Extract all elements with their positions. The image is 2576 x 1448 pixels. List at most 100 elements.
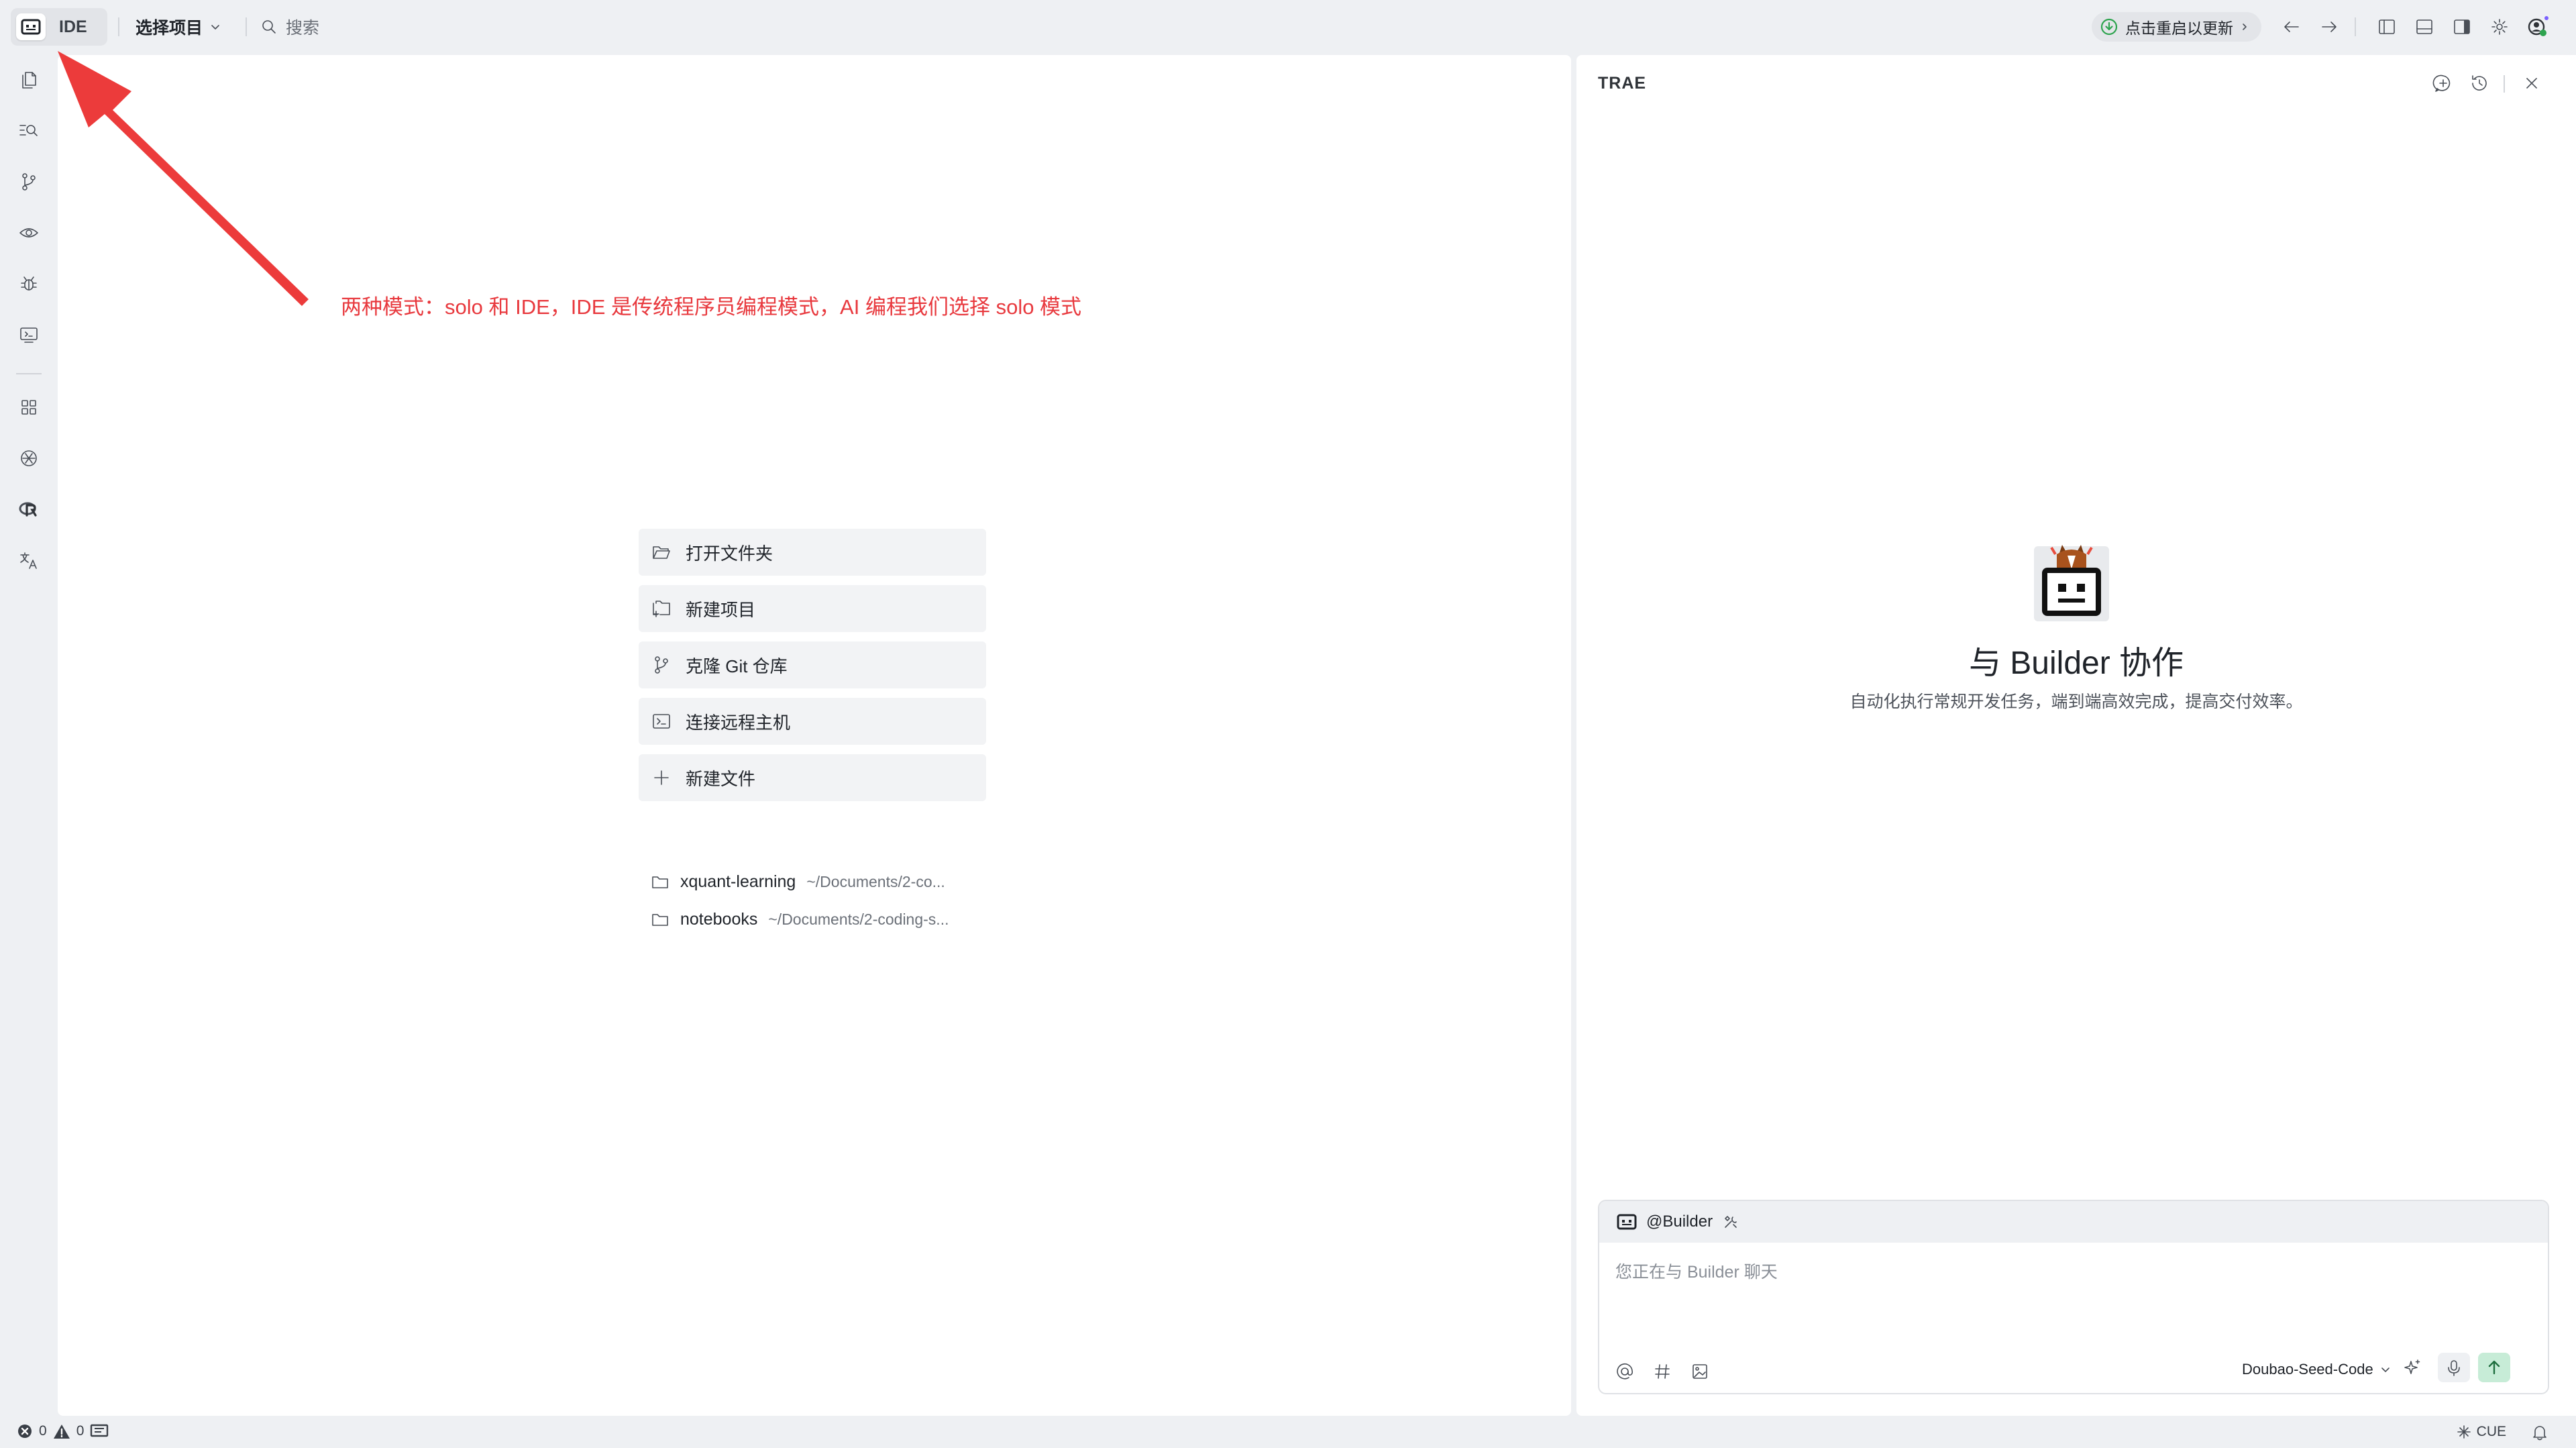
annotation-note: 两种模式：solo 和 IDE，IDE 是传统程序员编程模式，AI 编程我们选择… [341,295,1082,319]
start-action-label: 打开文件夹 [686,543,773,564]
mention-button[interactable] [1614,1361,1635,1382]
back-button[interactable] [2279,15,2304,39]
folder-icon [652,914,668,926]
start-action-label: 克隆 Git 仓库 [686,656,788,676]
sidebar-left-icon [2379,19,2395,34]
error-icon [18,1425,32,1438]
chat-toolbar [1614,1361,1711,1382]
divider [2504,75,2505,93]
toggle-panel-button[interactable] [2412,15,2436,39]
send-button[interactable] [2478,1353,2510,1382]
image-icon [1693,1364,1707,1379]
remote-screen-icon [20,327,38,343]
close-icon [2526,78,2537,89]
update-label: 点击重启以更新 [2125,19,2233,37]
close-panel-button[interactable] [2518,70,2545,97]
error-count: 0 [39,1423,47,1439]
new-chat-button[interactable] [2430,70,2457,97]
activity-ai[interactable] [15,444,43,472]
toggle-aux-bar-button[interactable] [2450,15,2474,39]
chat-history-button[interactable] [2466,70,2493,97]
account-button[interactable] [2525,15,2549,39]
new-project-button[interactable]: 新建项目 [639,585,986,632]
chevron-right-icon [2243,23,2247,30]
connect-remote-button[interactable]: 连接远程主机 [639,698,986,745]
model-select[interactable]: Doubao-Seed-Code [2242,1361,2391,1378]
panel-bottom-icon [2416,19,2432,34]
chat-panel-title: TRAE [1598,74,1647,93]
sidebar-right-icon [2454,19,2470,34]
recent-project-item[interactable]: xquant-learning ~/Documents/2-co... [651,863,1000,900]
download-icon [2100,18,2118,36]
voice-input-button[interactable] [2438,1353,2470,1382]
r-logo-icon [19,502,37,517]
builder-mascot-icon [2034,545,2109,621]
hashtag-button[interactable] [1652,1361,1673,1382]
new-project-icon [653,601,670,617]
annotation-arrow [58,51,309,306]
divider [2355,17,2356,36]
terminal-ports-icon [91,1424,109,1437]
clone-git-button[interactable]: 克隆 Git 仓库 [639,641,986,688]
warning-icon [53,1425,70,1439]
at-sign-icon [1617,1363,1633,1380]
recent-projects: xquant-learning ~/Documents/2-co... note… [651,863,1000,938]
chat-message-input[interactable]: 您正在与 Builder 聊天 [1615,1259,1778,1283]
extensions-grid-icon [21,400,36,415]
gear-icon [2491,19,2508,35]
toggle-sidebar-button[interactable] [2375,15,2399,39]
chat-input-box: @Builder 您正在与 Builder 聊天 Doubao-Seed-Cod… [1598,1200,2549,1394]
arrow-up-icon [2488,1360,2500,1375]
status-right: CUE [2455,1423,2549,1441]
start-action-label: 新建文件 [686,768,756,789]
chat-panel: TRAE 与 Builder 协作 自动化执行常规开发任务，端到端高效完成，提高… [1576,55,2576,1416]
restart-update-button[interactable]: 点击重启以更新 [2092,12,2261,42]
warning-count: 0 [76,1423,85,1439]
status-bar: 0 0 CUE [0,1418,2576,1448]
activity-r-plugin[interactable] [15,495,43,523]
enhance-prompt-button[interactable] [2399,1354,2426,1381]
cue-icon [2457,1425,2471,1439]
user-avatar-icon [2528,16,2548,36]
remote-terminal-icon [653,714,670,729]
git-branch-icon [655,656,668,674]
builder-subheading: 自动化执行常规开发任务，端到端高效完成，提高交付效率。 [1849,692,2303,711]
agent-label: @Builder [1646,1212,1713,1231]
builder-heading: 与 Builder 协作 [1968,645,2184,681]
recent-project-name: xquant-learning [680,872,796,891]
cue-label: CUE [2476,1424,2506,1439]
settings-button[interactable] [2487,15,2512,39]
attach-image-button[interactable] [1689,1361,1711,1382]
cue-status[interactable]: CUE [2455,1423,2506,1441]
model-label: Doubao-Seed-Code [2242,1361,2373,1378]
start-action-label: 新建项目 [686,599,756,620]
plus-icon [654,770,669,785]
ai-knot-icon [21,450,37,466]
arrow-right-icon [2322,21,2337,32]
new-chat-icon [2432,74,2451,92]
recent-project-item[interactable]: notebooks ~/Documents/2-coding-s... [651,900,1000,938]
activity-translate[interactable] [15,546,43,574]
bell-icon [2533,1426,2546,1441]
start-action-label: 连接远程主机 [686,712,791,733]
notifications-button[interactable] [2530,1423,2549,1441]
sparkle-icon [2404,1359,2420,1374]
activity-remote[interactable] [15,321,43,349]
builder-agent-icon [1617,1214,1637,1230]
title-bar: IDE 选择项目 搜索 点击重启以更新 [0,0,2576,54]
microphone-icon [2448,1360,2460,1376]
recent-project-path: ~/Documents/2-coding-s... [768,910,949,928]
new-file-button[interactable]: 新建文件 [639,754,986,801]
problems-indicator[interactable]: 0 0 [16,1423,109,1440]
recent-project-path: ~/Documents/2-co... [806,872,945,890]
open-folder-button[interactable]: 打开文件夹 [639,529,986,576]
forward-button[interactable] [2317,15,2341,39]
activity-extensions[interactable] [15,393,43,421]
agent-selector[interactable]: @Builder [1599,1201,2548,1243]
recent-project-name: notebooks [680,909,758,929]
folder-icon [652,876,668,888]
chevron-down-icon [2381,1367,2390,1372]
divider [16,373,42,374]
builder-avatar [2031,539,2112,625]
hash-icon [1655,1364,1670,1379]
